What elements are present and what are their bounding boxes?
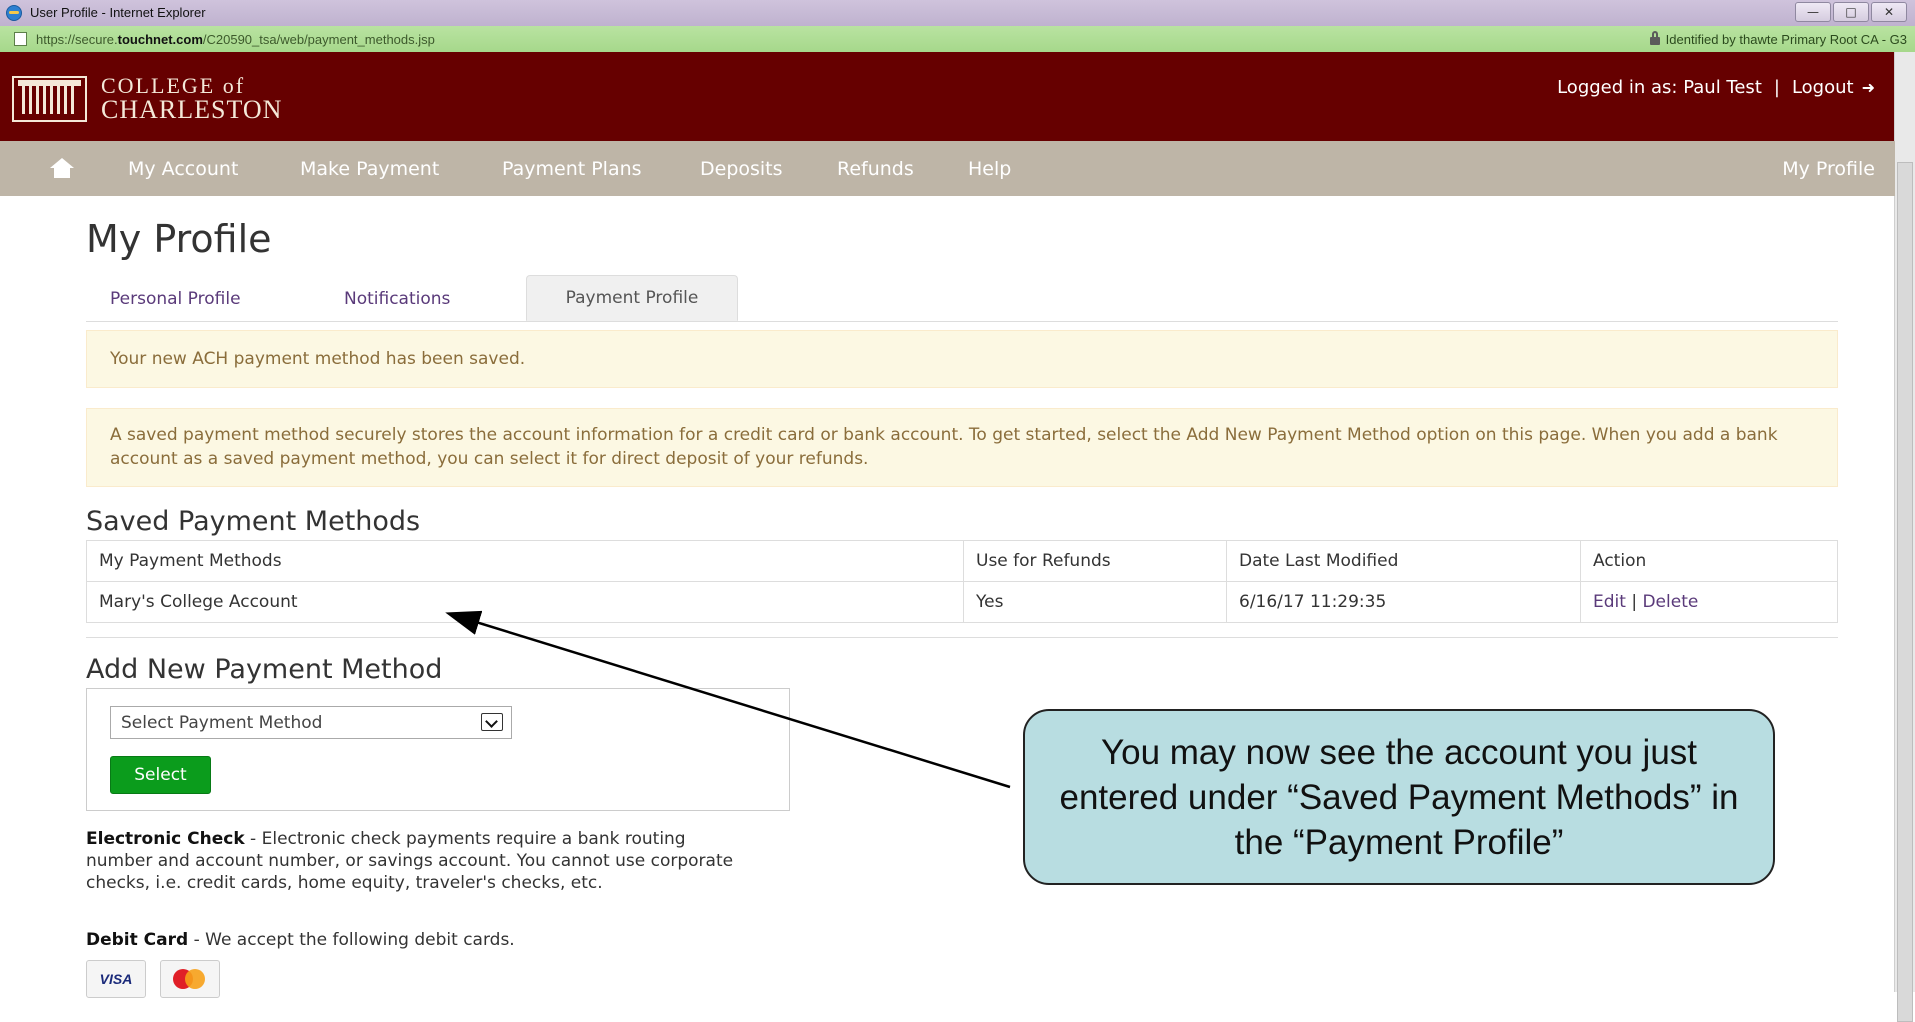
header-use-for-refunds: Use for Refunds bbox=[963, 540, 1227, 582]
logout-link[interactable]: Logout bbox=[1792, 77, 1854, 98]
nav-deposits[interactable]: Deposits bbox=[700, 158, 783, 180]
lock-icon bbox=[1649, 30, 1660, 45]
accepted-cards: VISA bbox=[86, 960, 220, 998]
nav-make-payment[interactable]: Make Payment bbox=[300, 158, 439, 180]
echeck-label: Electronic Check bbox=[86, 829, 245, 849]
address-bar[interactable]: https://secure.touchnet.com/C20590_tsa/w… bbox=[0, 26, 1915, 53]
logged-in-label: Logged in as: Paul Test bbox=[1557, 77, 1762, 98]
nav-refunds[interactable]: Refunds bbox=[837, 158, 914, 180]
page-title: My Profile bbox=[86, 217, 272, 261]
debit-description: Debit Card - We accept the following deb… bbox=[86, 929, 746, 951]
action-separator: | bbox=[1631, 592, 1638, 612]
add-method-heading: Add New Payment Method bbox=[86, 654, 443, 685]
payment-method-name: Mary's College Account bbox=[86, 581, 964, 623]
main-nav: My Account Make Payment Payment Plans De… bbox=[0, 141, 1895, 196]
home-icon[interactable] bbox=[50, 158, 74, 178]
success-alert: Your new ACH payment method has been sav… bbox=[86, 330, 1838, 388]
url-path: /C20590_tsa/web/payment_methods.jsp bbox=[202, 32, 435, 47]
table-row: Mary's College Account Yes 6/16/17 11:29… bbox=[86, 581, 1838, 623]
logout-icon[interactable]: ➜ bbox=[1862, 78, 1875, 97]
header-my-payment-methods: My Payment Methods bbox=[86, 540, 964, 582]
logo-line-2: CHARLESTON bbox=[101, 95, 283, 124]
building-logo-icon bbox=[12, 76, 87, 122]
nav-help[interactable]: Help bbox=[968, 158, 1011, 180]
browser-title-bar: User Profile - Internet Explorer — □ ✕ bbox=[0, 0, 1915, 26]
logo-text: COLLEGE of CHARLESTON bbox=[101, 75, 282, 123]
tab-notifications[interactable]: Notifications bbox=[344, 289, 450, 309]
header-action: Action bbox=[1580, 540, 1838, 582]
internet-explorer-icon bbox=[6, 5, 22, 21]
college-logo[interactable]: COLLEGE of CHARLESTON bbox=[12, 75, 282, 123]
maximize-button[interactable]: □ bbox=[1833, 2, 1869, 22]
profile-tabs: Personal Profile Notifications Payment P… bbox=[86, 275, 1838, 322]
nav-my-profile[interactable]: My Profile bbox=[1782, 158, 1875, 180]
add-method-panel: Select Payment Method Select bbox=[86, 688, 790, 811]
delete-link[interactable]: Delete bbox=[1642, 592, 1698, 612]
site-header: COLLEGE of CHARLESTON Logged in as: Paul… bbox=[0, 52, 1895, 141]
select-button[interactable]: Select bbox=[110, 756, 211, 794]
debit-text: - We accept the following debit cards. bbox=[188, 930, 515, 950]
saved-methods-heading: Saved Payment Methods bbox=[86, 506, 421, 537]
edit-link[interactable]: Edit bbox=[1593, 592, 1626, 612]
tab-personal-profile[interactable]: Personal Profile bbox=[110, 289, 241, 309]
url-domain: touchnet.com bbox=[117, 32, 203, 47]
minimize-button[interactable]: — bbox=[1795, 2, 1831, 22]
table-header-row: My Payment Methods Use for Refunds Date … bbox=[86, 540, 1838, 582]
close-button[interactable]: ✕ bbox=[1871, 2, 1907, 22]
url-prefix: https://secure. bbox=[36, 32, 118, 47]
echeck-description: Electronic Check - Electronic check paym… bbox=[86, 828, 746, 894]
header-separator: | bbox=[1773, 77, 1780, 98]
tab-payment-profile[interactable]: Payment Profile bbox=[526, 275, 738, 321]
certificate-info[interactable]: Identified by thawte Primary Root CA - G… bbox=[1649, 30, 1907, 47]
page-icon bbox=[14, 32, 27, 46]
instruction-callout: You may now see the account you just ent… bbox=[1023, 709, 1775, 885]
window-title: User Profile - Internet Explorer bbox=[30, 5, 206, 20]
user-status: Logged in as: Paul Test | Logout ➜ bbox=[1557, 77, 1875, 98]
url-text[interactable]: https://secure.touchnet.com/C20590_tsa/w… bbox=[36, 32, 435, 47]
payment-method-select[interactable]: Select Payment Method bbox=[110, 706, 512, 739]
vertical-scrollbar[interactable] bbox=[1894, 52, 1915, 1022]
header-date-last-modified: Date Last Modified bbox=[1226, 540, 1581, 582]
window-controls: — □ ✕ bbox=[1795, 2, 1907, 22]
logo-line-1: COLLEGE of bbox=[101, 73, 246, 98]
divider bbox=[86, 637, 1838, 638]
nav-my-account[interactable]: My Account bbox=[128, 158, 238, 180]
info-alert: A saved payment method securely stores t… bbox=[86, 408, 1838, 487]
nav-payment-plans[interactable]: Payment Plans bbox=[502, 158, 642, 180]
chevron-down-icon[interactable] bbox=[481, 713, 503, 731]
saved-methods-table: My Payment Methods Use for Refunds Date … bbox=[86, 540, 1838, 623]
action-cell: Edit | Delete bbox=[1580, 581, 1838, 623]
scrollbar-thumb[interactable] bbox=[1897, 162, 1913, 1022]
use-for-refunds-value: Yes bbox=[963, 581, 1227, 623]
certificate-text: Identified by thawte Primary Root CA - G… bbox=[1665, 32, 1907, 47]
select-value: Select Payment Method bbox=[121, 713, 323, 733]
debit-label: Debit Card bbox=[86, 930, 189, 950]
visa-card-icon: VISA bbox=[86, 960, 146, 998]
date-modified-value: 6/16/17 11:29:35 bbox=[1226, 581, 1581, 623]
mastercard-icon bbox=[160, 960, 220, 998]
